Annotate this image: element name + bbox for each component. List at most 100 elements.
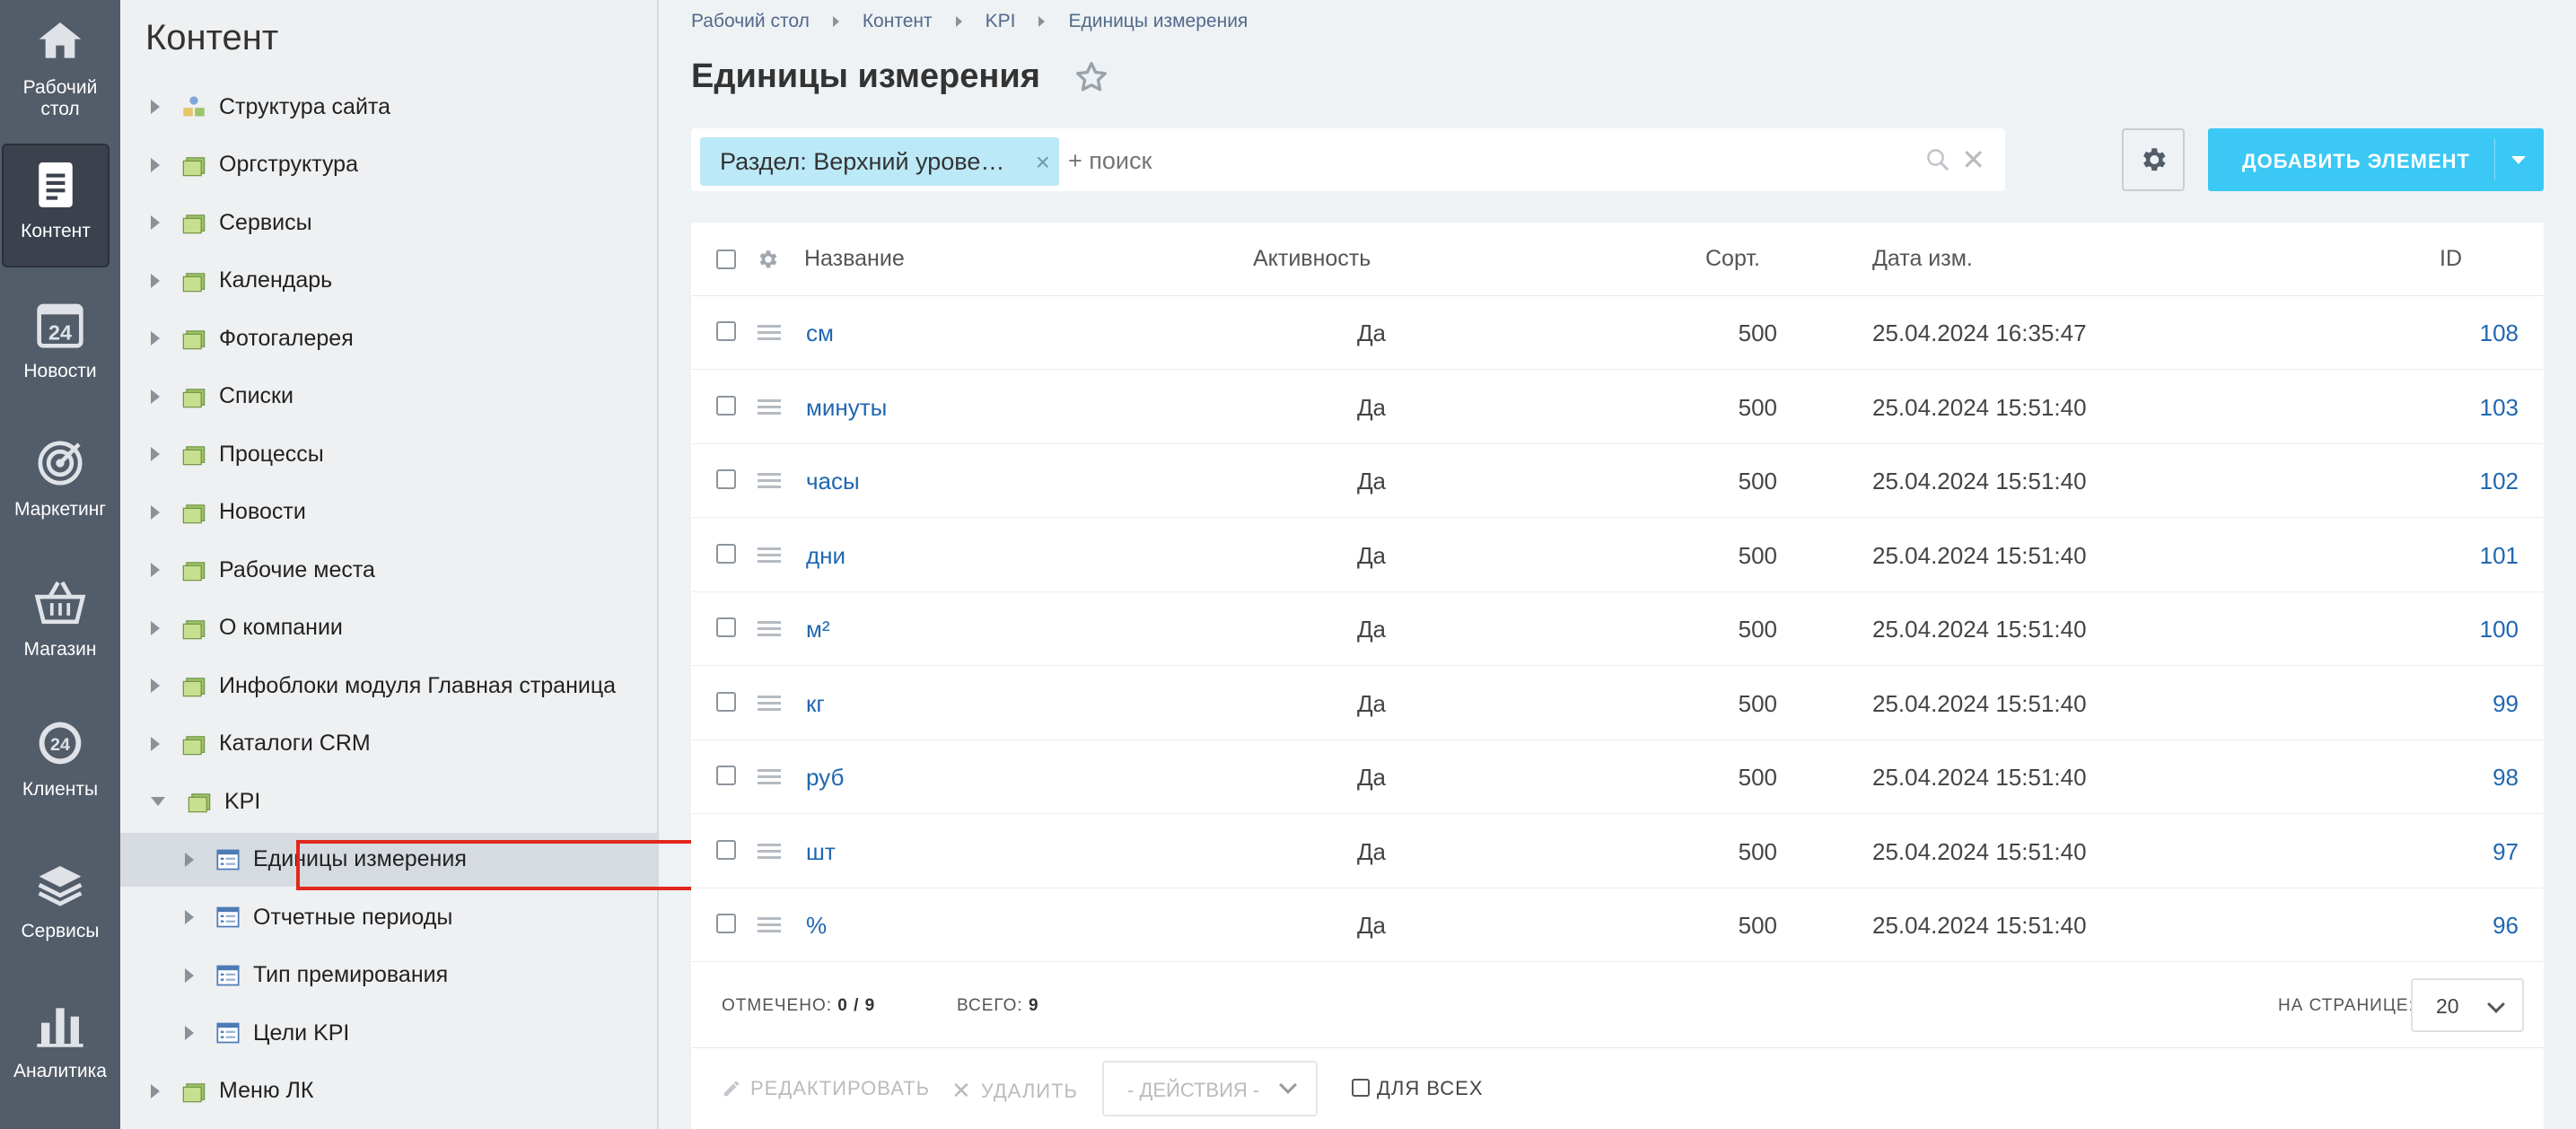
chevron-down-icon[interactable] [2511,156,2526,164]
breadcrumb-link[interactable]: Контент [863,11,933,32]
row-name-link[interactable]: см [806,319,834,347]
rail-item-services[interactable]: Сервисы [0,844,120,967]
row-checkbox[interactable] [716,469,736,489]
expand-arrow-right-icon[interactable] [151,331,160,346]
tree-item[interactable]: KPI [120,775,657,828]
row-id-link[interactable]: 96 [2493,912,2519,940]
edit-button[interactable]: РЕДАКТИРОВАТЬ [722,1077,930,1100]
table-row[interactable]: минуты Да 500 25.04.2024 15:51:40 103 [691,371,2544,444]
rail-item-content[interactable]: Контент [2,144,110,267]
breadcrumb-link[interactable]: Единицы измерения [1068,11,1248,32]
expand-arrow-right-icon[interactable] [151,273,160,288]
row-name-link[interactable]: % [806,912,827,940]
clear-filter-icon[interactable]: ✕ [1961,143,1985,177]
expand-arrow-right-icon[interactable] [185,1026,194,1040]
column-header-id[interactable]: ID [2440,246,2462,272]
row-id-link[interactable]: 98 [2493,764,2519,792]
row-checkbox[interactable] [716,321,736,341]
table-row[interactable]: % Да 500 25.04.2024 15:51:40 96 [691,888,2544,962]
drag-handle-icon[interactable] [758,325,781,340]
row-name-link[interactable]: часы [806,468,860,495]
column-header-sort[interactable]: Сорт. [1705,246,1760,272]
row-name-link[interactable]: шт [806,838,836,866]
expand-arrow-down-icon[interactable] [151,797,165,806]
rail-item-clients[interactable]: 24 Клиенты [0,702,120,826]
column-header-name[interactable]: Название [804,246,905,272]
tree-item[interactable]: Инфоблоки модуля Главная страница [120,659,657,713]
tree-item[interactable]: Списки [120,370,657,424]
row-checkbox[interactable] [716,691,736,712]
tree-item[interactable]: Отчетные периоды [120,890,657,944]
rail-item-desktop[interactable]: Рабочий стол [0,0,120,124]
select-all-checkbox[interactable] [716,249,736,269]
drag-handle-icon[interactable] [758,473,781,488]
filter-search-bar[interactable]: Раздел: Верхний урове… × ✕ [691,128,2005,191]
row-name-link[interactable]: минуты [806,394,887,422]
expand-arrow-right-icon[interactable] [151,563,160,577]
expand-arrow-right-icon[interactable] [151,215,160,230]
table-row[interactable]: часы Да 500 25.04.2024 15:51:40 102 [691,444,2544,518]
tree-item[interactable]: Рабочие места [120,543,657,597]
row-name-link[interactable]: м² [806,616,830,643]
chip-remove-icon[interactable]: × [1036,148,1050,177]
expand-arrow-right-icon[interactable] [151,736,160,751]
column-header-date[interactable]: Дата изм. [1872,246,1973,272]
expand-arrow-right-icon[interactable] [151,1083,160,1098]
grid-settings-button[interactable] [2122,128,2185,191]
tree-item[interactable]: Оргструктура [120,138,657,192]
row-id-link[interactable]: 108 [2480,319,2519,347]
search-icon[interactable] [1924,146,1951,173]
add-element-button[interactable]: ДОБАВИТЬ ЭЛЕМЕНТ [2208,128,2544,191]
row-name-link[interactable]: кг [806,690,825,718]
breadcrumb-link[interactable]: KPI [986,11,1016,32]
rail-item-marketing[interactable]: Маркетинг [0,422,120,546]
drag-handle-icon[interactable] [758,398,781,415]
rail-item-news[interactable]: 24 Новости [0,284,120,407]
table-row[interactable]: см Да 500 25.04.2024 16:35:47 108 [691,296,2544,370]
row-id-link[interactable]: 102 [2480,468,2519,495]
expand-arrow-right-icon[interactable] [151,620,160,635]
tree-item[interactable]: Процессы [120,427,657,481]
drag-handle-icon[interactable] [758,621,781,636]
row-checkbox[interactable] [716,543,736,564]
for-all-checkbox[interactable] [1352,1079,1370,1097]
table-row[interactable]: м² Да 500 25.04.2024 15:51:40 100 [691,592,2544,666]
per-page-select[interactable]: 20 [2411,978,2524,1032]
tree-item[interactable]: Новости [120,486,657,539]
row-id-link[interactable]: 99 [2493,690,2519,718]
row-checkbox[interactable] [716,914,736,933]
row-checkbox[interactable] [716,839,736,860]
expand-arrow-right-icon[interactable] [185,967,194,983]
rail-item-analytics[interactable]: Аналитика [0,984,120,1107]
expand-arrow-right-icon[interactable] [151,447,160,461]
table-row[interactable]: кг Да 500 25.04.2024 15:51:40 99 [691,667,2544,740]
table-row[interactable]: шт Да 500 25.04.2024 15:51:40 97 [691,815,2544,888]
expand-arrow-right-icon[interactable] [185,852,194,867]
filter-chip[interactable]: Раздел: Верхний урове… × [700,137,1059,186]
expand-arrow-right-icon[interactable] [185,910,194,924]
drag-handle-icon[interactable] [758,695,781,711]
table-row[interactable]: дни Да 500 25.04.2024 15:51:40 101 [691,519,2544,592]
tree-item[interactable]: Меню ЛК [120,1064,657,1118]
row-id-link[interactable]: 100 [2480,616,2519,643]
row-name-link[interactable]: дни [806,542,846,570]
breadcrumb-link[interactable]: Рабочий стол [691,11,810,32]
row-checkbox[interactable] [716,766,736,785]
tree-item[interactable]: Календарь [120,254,657,308]
delete-button[interactable]: ✕ УДАЛИТЬ [951,1077,1078,1105]
column-header-active[interactable]: Активность [1253,246,1371,272]
drag-handle-icon[interactable] [758,843,781,859]
expand-arrow-right-icon[interactable] [151,504,160,520]
tree-item[interactable]: Структура сайта [120,80,657,134]
table-row[interactable]: руб Да 500 25.04.2024 15:51:40 98 [691,740,2544,814]
row-checkbox[interactable] [716,395,736,416]
rail-item-shop[interactable]: Магазин [0,562,120,686]
expand-arrow-right-icon[interactable] [151,100,160,114]
row-id-link[interactable]: 103 [2480,394,2519,422]
expand-arrow-right-icon[interactable] [151,157,160,172]
tree-item[interactable]: Фотогалерея [120,311,657,365]
drag-handle-icon[interactable] [758,917,781,932]
tree-item[interactable]: Сервисы [120,196,657,249]
row-name-link[interactable]: руб [806,764,844,792]
drag-handle-icon[interactable] [758,547,781,563]
